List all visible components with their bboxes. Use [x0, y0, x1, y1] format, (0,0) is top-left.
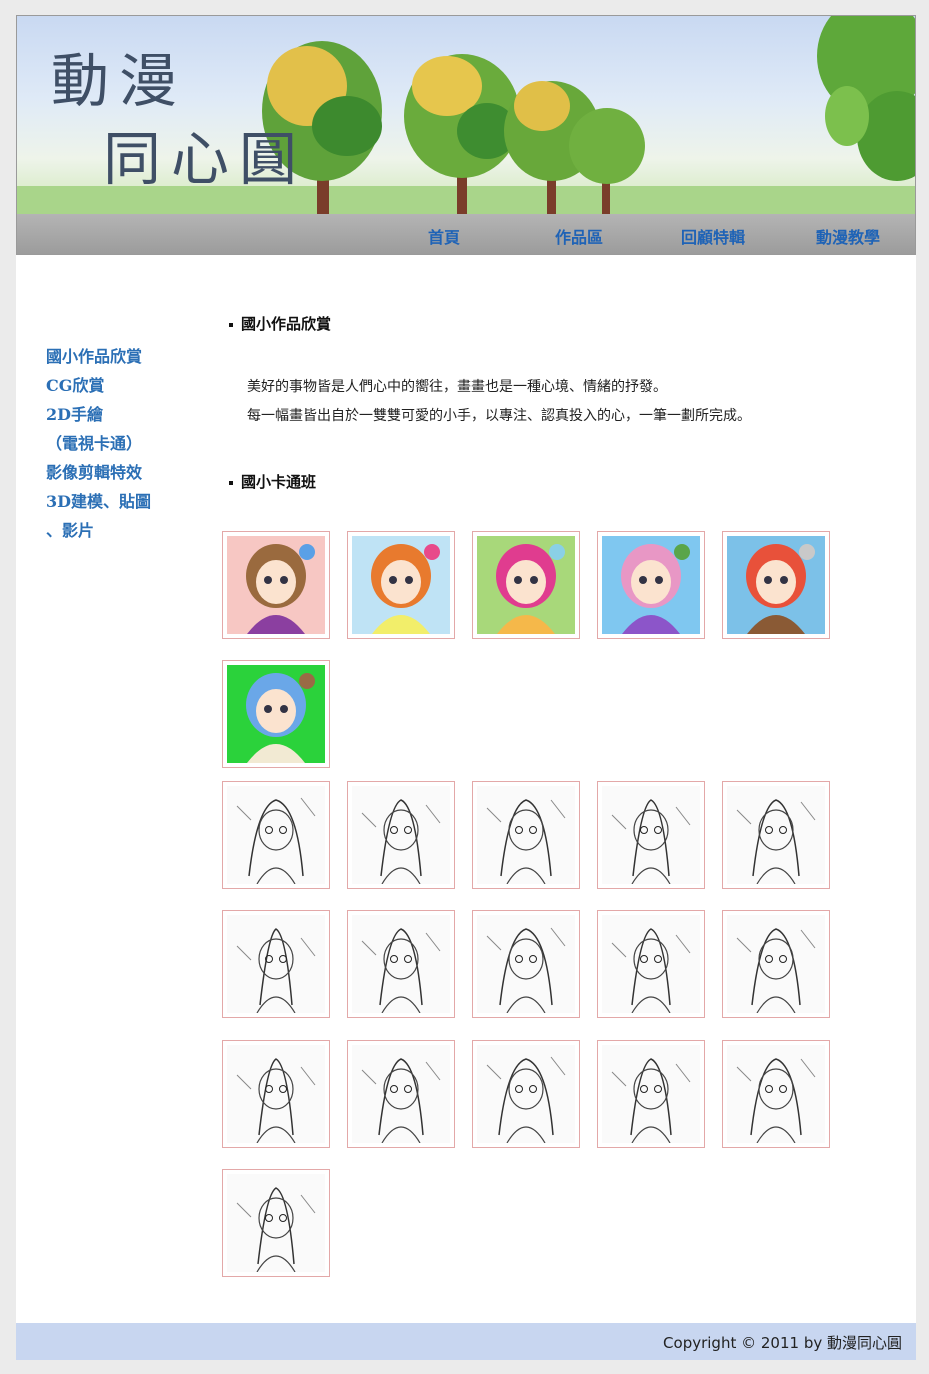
thumbnail-sketch[interactable]: [222, 910, 330, 1018]
nav-home[interactable]: 首頁: [428, 224, 460, 248]
footer-copyright: Copyright © 2011 by 動漫同心圓: [663, 1334, 902, 1352]
nav-retrospective[interactable]: 回顧特輯: [681, 224, 745, 248]
thumbnail-art: [727, 536, 825, 634]
sketch-art: [477, 915, 575, 1013]
footer: Copyright © 2011 by 動漫同心圓: [16, 1323, 916, 1360]
site-title-line1: 動漫: [51, 47, 188, 115]
thumbnail-hat-girl[interactable]: [347, 531, 455, 639]
thumbnail-sketch[interactable]: [222, 1040, 330, 1148]
sidebar-item-2d-drawing[interactable]: 2D手繪: [46, 400, 196, 429]
thumbnail-sketch[interactable]: [347, 1040, 455, 1148]
page: 動漫 同心圓 首頁 作品區 回顧特輯 動漫教學 國小作品欣賞 CG欣賞 2D手繪…: [16, 15, 916, 1360]
sidebar-item-film[interactable]: 、影片: [46, 516, 196, 545]
thumbnail-pink-hat-girl[interactable]: [472, 531, 580, 639]
section-title-gallery-text: 國小作品欣賞: [241, 315, 332, 333]
nav-tutorial[interactable]: 動漫教學: [816, 224, 880, 248]
thumbnail-sketch[interactable]: [597, 910, 705, 1018]
thumbnail-boy-and-monkey[interactable]: [722, 531, 830, 639]
thumbnail-sketch[interactable]: [347, 910, 455, 1018]
sketch-art: [352, 1045, 450, 1143]
thumbnail-brown-hair-girl[interactable]: [222, 531, 330, 639]
sketch-art: [227, 786, 325, 884]
thumbnail-sketch[interactable]: [722, 781, 830, 889]
thumbnail-sketch[interactable]: [597, 1040, 705, 1148]
section-title-cartoon-class: 國小卡通班: [229, 471, 316, 492]
header-banner: 動漫 同心圓 首頁 作品區 回顧特輯 動漫教學: [16, 15, 916, 255]
sketch-art: [727, 1045, 825, 1143]
sketch-art: [227, 1174, 325, 1272]
sketch-art: [727, 915, 825, 1013]
thumbnail-sketch[interactable]: [347, 781, 455, 889]
nav-bar: 首頁 作品區 回顧特輯 動漫教學: [17, 214, 915, 254]
sketch-art: [227, 1045, 325, 1143]
sidebar-item-3d-modeling[interactable]: 3D建模、貼圖: [46, 487, 196, 516]
bullet-icon: [229, 323, 233, 327]
site-title: 動漫 同心圓: [51, 42, 307, 198]
thumbnail-sketch[interactable]: [722, 1040, 830, 1148]
intro-text: 美好的事物皆是人們心中的嚮往，畫畫也是一種心境、情緒的抒發。 每一幅畫皆出自於一…: [247, 373, 751, 431]
sketch-art: [477, 786, 575, 884]
thumbnail-sketch[interactable]: [472, 1040, 580, 1148]
thumbnail-purple-dress-girl[interactable]: [597, 531, 705, 639]
nav-works[interactable]: 作品區: [555, 224, 603, 248]
intro-line-1: 美好的事物皆是人們心中的嚮往，畫畫也是一種心境、情緒的抒發。: [247, 379, 667, 395]
sketch-art: [602, 786, 700, 884]
thumbnail-art: [227, 536, 325, 634]
section-title-gallery: 國小作品欣賞: [229, 313, 331, 334]
sketch-art: [727, 786, 825, 884]
thumbnail-sketch[interactable]: [222, 1169, 330, 1277]
section-title-cartoon-class-text: 國小卡通班: [241, 473, 317, 491]
thumbnail-sketch[interactable]: [472, 910, 580, 1018]
sketch-art: [227, 915, 325, 1013]
sidebar-item-cg[interactable]: CG欣賞: [46, 371, 196, 400]
sidebar-item-tv-cartoon[interactable]: （電視卡通）: [46, 429, 196, 458]
thumbnail-sketch[interactable]: [222, 781, 330, 889]
thumbnail-art: [352, 536, 450, 634]
thumbnail-sketch[interactable]: [472, 781, 580, 889]
sketch-art: [602, 915, 700, 1013]
bullet-icon: [229, 481, 233, 485]
intro-line-2: 每一幅畫皆出自於一雙雙可愛的小手，以專注、認真投入的心，一筆一劃所完成。: [247, 408, 751, 424]
sketch-art: [602, 1045, 700, 1143]
thumbnail-sketch[interactable]: [597, 781, 705, 889]
thumbnail-blue-door[interactable]: [222, 660, 330, 768]
thumbnail-art: [477, 536, 575, 634]
sketch-art: [352, 915, 450, 1013]
thumbnail-art: [227, 665, 325, 763]
sidebar-item-video-effects[interactable]: 影像剪輯特效: [46, 458, 196, 487]
sketch-art: [352, 786, 450, 884]
thumbnail-art: [602, 536, 700, 634]
sidebar-item-elementary-works[interactable]: 國小作品欣賞: [46, 342, 196, 371]
sidebar: 國小作品欣賞 CG欣賞 2D手繪 （電視卡通） 影像剪輯特效 3D建模、貼圖 、…: [46, 342, 196, 545]
sketch-art: [477, 1045, 575, 1143]
site-title-line2: 同心圓: [103, 125, 308, 193]
thumbnail-sketch[interactable]: [722, 910, 830, 1018]
